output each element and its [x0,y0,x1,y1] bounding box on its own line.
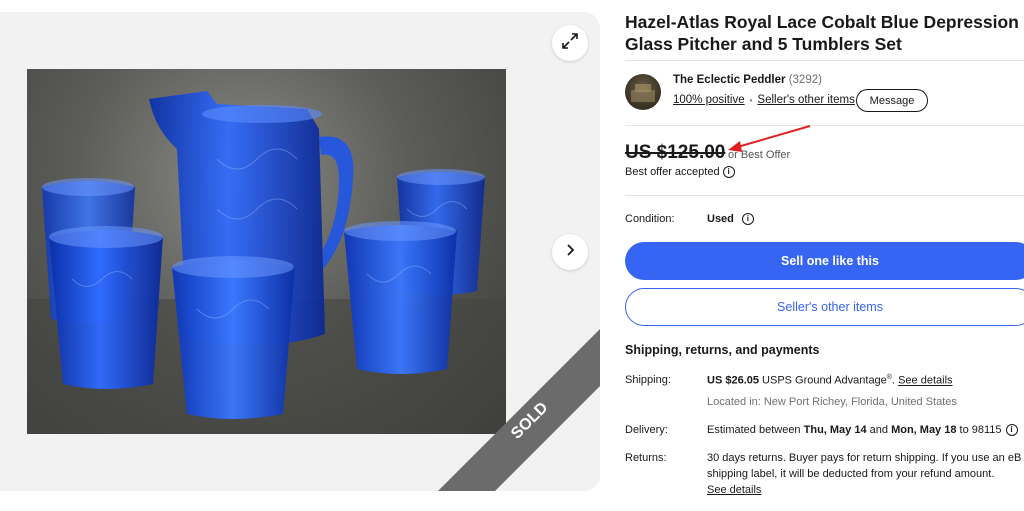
seller-links: 100% positive • Seller's other items • [673,94,868,106]
info-icon[interactable]: i [722,166,735,178]
image-gallery: SOLD [0,12,600,491]
seller-other-items-link[interactable]: Seller's other items [757,94,854,106]
seller-name-text[interactable]: The Eclectic Peddler [673,74,786,86]
delivery-value: Estimated between Thu, May 14 and Mon, M… [707,424,1018,436]
info-icon[interactable]: i [1005,424,1018,436]
returns-line-2: shipping label, it will be deducted from… [707,468,995,480]
divider [625,60,1024,61]
condition-value-text: Used [707,213,734,225]
expand-image-button[interactable] [552,25,588,61]
separator-dot: • [749,95,753,105]
shipping-label: Shipping: [625,374,671,386]
delivery-to: to 98115 [956,424,1002,436]
shipping-see-details-link[interactable]: See details [898,375,952,387]
chevron-right-icon [563,243,577,262]
seller-positive-link[interactable]: 100% positive [673,94,745,106]
sell-one-like-this-button[interactable]: Sell one like this [625,242,1024,280]
info-icon[interactable]: i [741,213,754,225]
located-in: Located in: New Port Richey, Florida, Un… [707,396,957,408]
annotation-arrow [728,125,811,152]
seller-name[interactable]: The Eclectic Peddler (3292) [673,74,822,86]
shipping-service: USPS Ground Advantage [762,374,887,387]
listing-details: Hazel-Atlas Royal Lace Cobalt Blue Depre… [625,0,1024,511]
seller-avatar[interactable] [625,74,661,110]
best-offer-accepted: Best offer accepted i [625,166,735,178]
shipping-value: US $26.05 USPS Ground Advantage®. See de… [707,374,953,387]
delivery-prefix: Estimated between [707,424,804,436]
condition-label: Condition: [625,213,675,225]
product-photo[interactable] [27,69,506,434]
condition-value: Used i [707,213,754,225]
returns-line-1: 30 days returns. Buyer pays for return s… [707,452,1022,464]
delivery-label: Delivery: [625,424,668,436]
shipping-price: US $26.05 [707,374,759,387]
next-image-button[interactable] [552,234,588,270]
delivery-end: Mon, May 18 [891,424,957,436]
divider [625,195,1024,196]
message-button[interactable]: Message [856,89,928,112]
glassware-illustration [27,91,506,434]
price: US $125.00 [625,142,726,163]
seller-feedback-count: (3292) [788,74,822,86]
shipping-period: . [891,374,896,387]
listing-title: Hazel-Atlas Royal Lace Cobalt Blue Depre… [625,12,1019,54]
returns-see-details-link[interactable]: See details [707,484,761,496]
delivery-start: Thu, May 14 [803,424,867,436]
returns-see-details: See details [707,484,761,496]
best-offer-accepted-text: Best offer accepted [625,166,720,178]
sellers-other-items-button[interactable]: Seller's other items [625,288,1024,326]
divider [625,125,1024,126]
sold-label: SOLD [508,399,551,442]
shipping-heading: Shipping, returns, and payments [625,343,820,357]
delivery-and: and [866,424,892,436]
expand-icon [561,32,579,55]
returns-label: Returns: [625,452,667,464]
